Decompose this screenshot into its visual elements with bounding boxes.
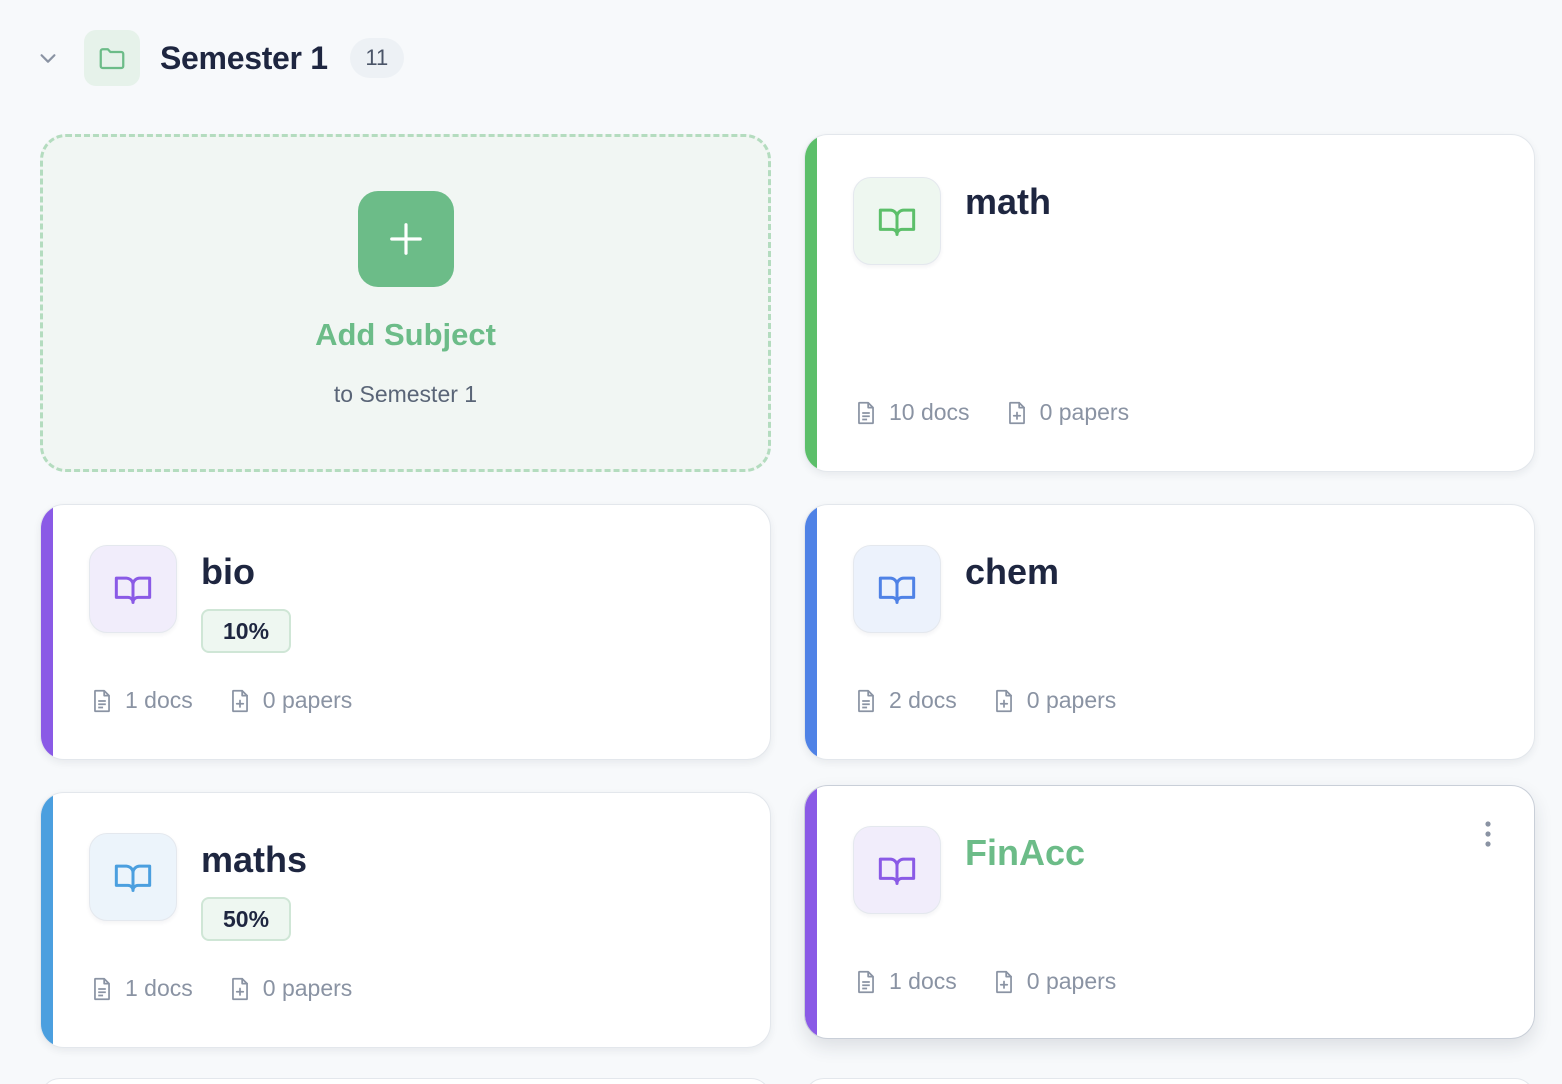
book-open-icon [878, 857, 916, 885]
subject-card-maths[interactable]: maths 50% 1 docs 0 papers [40, 792, 771, 1048]
papers-count: 0 papers [227, 975, 353, 1002]
document-icon [858, 401, 874, 424]
add-subject-button[interactable] [357, 191, 454, 287]
docs-label: 10 docs [889, 399, 970, 425]
subject-card-bio[interactable]: bio 10% 1 docs 0 papers [40, 504, 771, 760]
more-options-button[interactable] [1476, 818, 1500, 850]
document-icon [94, 689, 110, 712]
more-vertical-icon [1485, 821, 1491, 847]
papers-label: 0 papers [262, 975, 353, 1001]
docs-label: 1 docs [889, 968, 957, 994]
file-plus-icon [231, 977, 248, 1000]
file-plus-icon [231, 689, 248, 712]
subject-card-chem[interactable]: chem 2 docs 0 papers [804, 504, 1535, 760]
docs-count: 1 docs [89, 975, 193, 1002]
subject-color-stripe [41, 505, 53, 759]
subject-color-stripe [805, 505, 817, 759]
subject-name: bio [201, 551, 255, 592]
subject-card-partial[interactable] [40, 1078, 771, 1084]
docs-label: 1 docs [125, 975, 193, 1001]
docs-count: 1 docs [853, 968, 957, 995]
book-open-icon [878, 576, 916, 604]
subject-card-finacc[interactable]: FinAcc 1 docs 0 papers [804, 785, 1535, 1039]
chevron-down-icon [40, 54, 56, 63]
subject-card-math[interactable]: math 10 docs 0 papers [804, 134, 1535, 472]
docs-count: 2 docs [853, 687, 957, 714]
file-plus-icon [1008, 401, 1025, 424]
plus-icon [389, 223, 422, 255]
papers-label: 0 papers [262, 687, 353, 713]
subject-color-stripe [805, 135, 817, 471]
docs-label: 2 docs [889, 687, 957, 713]
file-plus-icon [995, 970, 1012, 993]
add-subject-title: Add Subject [315, 317, 496, 352]
add-subject-card[interactable]: Add Subject to Semester 1 [40, 134, 771, 472]
docs-label: 1 docs [125, 687, 193, 713]
subject-name: FinAcc [965, 832, 1086, 873]
subject-icon-box [853, 177, 941, 265]
docs-count: 1 docs [89, 687, 193, 714]
subject-card-partial[interactable] [804, 1078, 1535, 1084]
subject-stats: 10 docs 0 papers [853, 399, 1163, 426]
subject-name: maths [201, 839, 308, 880]
papers-count: 0 papers [991, 968, 1117, 995]
book-open-icon [114, 864, 152, 892]
subject-name: chem [965, 551, 1060, 592]
add-subject-subtitle: to Semester 1 [333, 381, 478, 407]
papers-label: 0 papers [1039, 399, 1130, 425]
subject-count-badge: 11 [349, 38, 404, 78]
progress-badge: 10% [201, 609, 292, 653]
book-open-icon [878, 208, 916, 236]
subject-color-stripe [805, 786, 817, 1038]
book-open-icon [114, 576, 152, 604]
folder-icon-box [84, 30, 140, 86]
file-plus-icon [995, 689, 1012, 712]
subject-color-stripe [41, 793, 53, 1047]
progress-badge: 50% [201, 897, 292, 941]
document-icon [94, 977, 110, 1000]
folder-icon [99, 48, 125, 70]
papers-label: 0 papers [1026, 968, 1117, 994]
semester-title: Semester 1 [160, 39, 328, 76]
subject-icon-box [853, 826, 941, 914]
docs-count: 10 docs [853, 399, 970, 426]
subject-stats: 1 docs 0 papers [89, 975, 386, 1002]
subject-icon-box [89, 545, 177, 633]
subject-name: math [965, 181, 1052, 222]
document-icon [858, 689, 874, 712]
subject-icon-box [89, 833, 177, 921]
subject-icon-box [853, 545, 941, 633]
subject-stats: 1 docs 0 papers [89, 687, 386, 714]
subject-stats: 2 docs 0 papers [853, 687, 1150, 714]
collapse-toggle[interactable] [30, 40, 66, 76]
subject-stats: 1 docs 0 papers [853, 968, 1150, 995]
papers-count: 0 papers [227, 687, 353, 714]
papers-label: 0 papers [1026, 687, 1117, 713]
papers-count: 0 papers [991, 687, 1117, 714]
papers-count: 0 papers [1004, 399, 1130, 426]
semester-header: Semester 1 11 [30, 30, 404, 86]
document-icon [858, 970, 874, 993]
